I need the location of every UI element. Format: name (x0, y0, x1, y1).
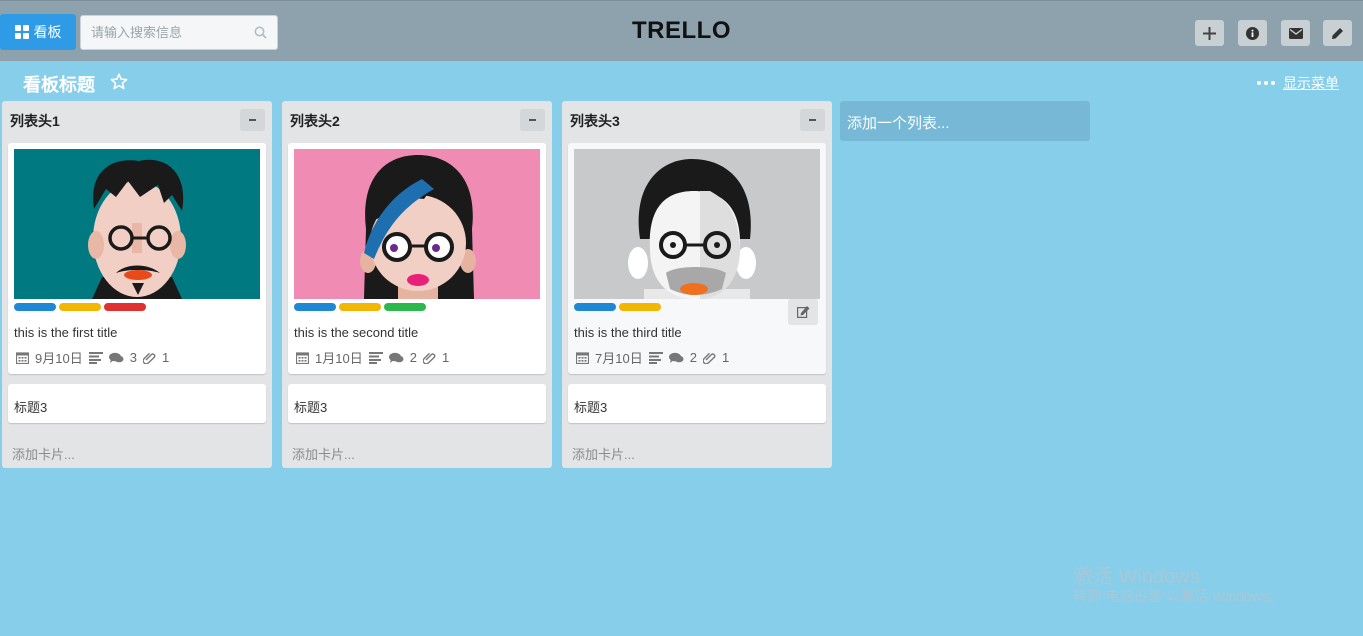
card-due-date: 9月10日 (35, 351, 83, 366)
add-button[interactable] (1195, 20, 1224, 46)
comments-icon (388, 352, 404, 363)
label-yellow (619, 303, 661, 311)
show-menu-toggle[interactable]: 显示菜单 (1257, 73, 1339, 93)
card-attachment-count: 1 (441, 350, 450, 365)
calendar-icon (576, 352, 589, 364)
card-title: this is the first title (14, 325, 118, 340)
label-green (384, 303, 426, 311)
card[interactable]: this is the first title 9月10日 3 1 (8, 143, 266, 374)
edit-button[interactable] (1323, 20, 1352, 46)
boards-button-label: 看板 (33, 24, 62, 40)
edit-icon (796, 306, 809, 318)
description-icon (88, 351, 103, 364)
add-list-button[interactable]: 添加一个列表... (840, 101, 1090, 141)
card-badges: 7月10日 2 1 (576, 348, 735, 367)
search-icon[interactable] (254, 26, 267, 39)
card-title: this is the third title (574, 325, 682, 340)
label-blue (294, 303, 336, 311)
envelope-icon (1288, 27, 1303, 39)
card-labels (14, 303, 146, 311)
card-attachment-count: 1 (721, 350, 730, 365)
card[interactable]: 标题3 (288, 384, 546, 423)
card[interactable]: this is the third title 7月10日 2 1 (568, 143, 826, 374)
card-cover-image (574, 149, 820, 299)
paperclip-icon (422, 352, 436, 364)
minus-icon (529, 119, 536, 121)
paperclip-icon (142, 352, 156, 364)
show-menu-label: 显示菜单 (1283, 75, 1339, 91)
edit-card-button[interactable] (788, 299, 818, 325)
list-menu-button[interactable] (240, 109, 265, 131)
card[interactable]: 标题3 (568, 384, 826, 423)
info-button[interactable] (1238, 20, 1267, 46)
activation-watermark-subtitle: 转到“电脑设置”以激活 Windows。 (1073, 588, 1284, 604)
list-3: 列表头3 this is the third title 7月10日 2 1 标… (562, 101, 832, 468)
list-1: 列表头1 this is the first title 9月10日 3 1 标… (2, 101, 272, 468)
list-header[interactable]: 列表头2 (290, 111, 340, 131)
paperclip-icon (702, 352, 716, 364)
card-attachment-count: 1 (161, 350, 170, 365)
card-labels (574, 303, 661, 311)
add-card-link[interactable]: 添加卡片... (292, 444, 355, 463)
search-box (80, 15, 278, 50)
card-labels (294, 303, 426, 311)
list-menu-button[interactable] (800, 109, 825, 131)
notifications-button[interactable] (1281, 20, 1310, 46)
list-2: 列表头2 this is the second title 1月10日 2 1 … (282, 101, 552, 468)
card-comment-count: 2 (409, 350, 417, 365)
calendar-icon (296, 352, 309, 364)
comments-icon (108, 352, 124, 363)
boards-icon (14, 25, 29, 39)
minus-icon (809, 119, 816, 121)
card-comment-count: 3 (129, 350, 137, 365)
card-title: 标题3 (14, 400, 48, 415)
card-comment-count: 2 (689, 350, 697, 365)
list-menu-button[interactable] (520, 109, 545, 131)
card-cover-image (14, 149, 260, 299)
card-title: 标题3 (574, 400, 608, 415)
description-icon (648, 351, 663, 364)
description-icon (368, 351, 383, 364)
card-due-date: 7月10日 (595, 351, 643, 366)
minus-icon (249, 119, 256, 121)
plus-icon (1203, 26, 1216, 40)
info-icon (1246, 26, 1259, 40)
label-blue (574, 303, 616, 311)
list-header[interactable]: 列表头3 (570, 111, 620, 131)
label-yellow (59, 303, 101, 311)
pencil-icon (1332, 27, 1343, 39)
add-card-link[interactable]: 添加卡片... (12, 444, 75, 463)
activation-watermark-title: 激活 Windows (1073, 566, 1200, 588)
comments-icon (668, 352, 684, 363)
card[interactable]: 标题3 (8, 384, 266, 423)
calendar-icon (16, 352, 29, 364)
card-due-date: 1月10日 (315, 351, 363, 366)
label-red (104, 303, 146, 311)
card-cover-image (294, 149, 540, 299)
card-title: 标题3 (294, 400, 328, 415)
label-blue (14, 303, 56, 311)
card[interactable]: this is the second title 1月10日 2 1 (288, 143, 546, 374)
star-icon[interactable] (110, 73, 128, 90)
boards-button[interactable]: 看板 (0, 14, 76, 50)
label-yellow (339, 303, 381, 311)
card-title: this is the second title (294, 325, 419, 340)
card-badges: 1月10日 2 1 (296, 348, 455, 367)
list-header[interactable]: 列表头1 (10, 111, 60, 131)
ellipsis-icon (1257, 81, 1275, 85)
top-header: 看板 TRELLO (0, 0, 1363, 61)
search-input[interactable] (81, 16, 241, 49)
add-card-link[interactable]: 添加卡片... (572, 444, 635, 463)
board-title[interactable]: 看板标题 (23, 71, 95, 97)
card-badges: 9月10日 3 1 (16, 348, 175, 367)
